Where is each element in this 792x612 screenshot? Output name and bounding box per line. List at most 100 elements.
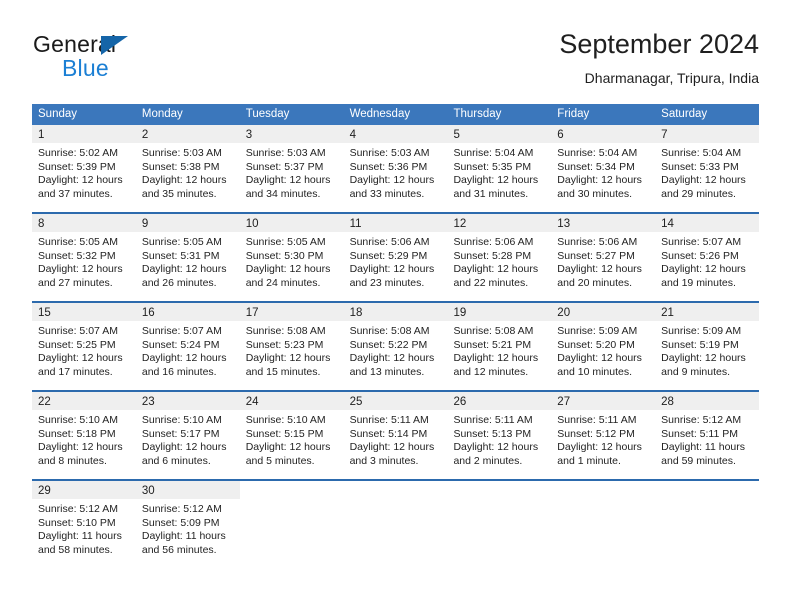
daylight-text-line2: and 33 minutes. [349,187,425,200]
daylight-text-line1: Daylight: 12 hours [245,174,331,187]
day-cell[interactable]: 24 Sunrise: 5:10 AM Sunset: 5:15 PM Dayligh… [239,392,344,479]
day-cell[interactable]: 16 Sunrise: 5:07 AM Sunset: 5:24 PM Dayligh… [135,303,240,390]
day-number: 18 [349,307,363,319]
day-cell[interactable]: 26 Sunrise: 5:11 AM Sunset: 5:13 PM Dayligh… [447,392,552,479]
sunrise-text: Sunrise: 5:08 AM [453,325,534,337]
sunset-text: Sunset: 5:38 PM [141,160,220,173]
day-cell[interactable]: 11 Sunrise: 5:06 AM Sunset: 5:29 PM Dayligh… [343,214,448,301]
day-cell[interactable]: 2 Sunrise: 5:03 AM Sunset: 5:38 PM Daylight… [135,125,240,212]
sunset-text: Sunset: 5:26 PM [661,249,739,262]
day-number: 19 [453,307,467,319]
day-cell[interactable]: 5 Sunrise: 5:04 AM Sunset: 5:35 PM Daylight… [447,125,552,212]
sunset-text: Sunset: 5:20 PM [557,338,635,351]
day-number: 23 [141,396,155,408]
day-number: 22 [38,396,51,408]
general-blue-logo[interactable]: General Blue [33,31,213,87]
day-number-band: 16 [135,303,240,321]
sunrise-text: Sunrise: 5:12 AM [141,503,222,515]
day-cell[interactable]: 4 Sunrise: 5:03 AM Sunset: 5:36 PM Daylight… [343,125,448,212]
day-details: Sunrise: 5:06 AM Sunset: 5:28 PM Daylight:… [447,232,551,290]
daylight-text-line1: Daylight: 12 hours [349,263,435,276]
sunrise-text: Sunrise: 5:07 AM [141,325,222,337]
day-cell[interactable]: 1 Sunrise: 5:02 AM Sunset: 5:39 PM Daylight… [32,125,136,212]
day-cell[interactable]: 6 Sunrise: 5:04 AM Sunset: 5:34 PM Daylight… [551,125,656,212]
sunset-text: Sunset: 5:28 PM [453,249,532,262]
sunrise-text: Sunrise: 5:04 AM [661,147,742,159]
day-number: 16 [141,307,155,319]
sunrise-text: Sunrise: 5:03 AM [245,147,326,159]
day-cell[interactable]: 28 Sunrise: 5:12 AM Sunset: 5:11 PM Dayligh… [655,392,760,479]
day-cell[interactable]: 13 Sunrise: 5:06 AM Sunset: 5:27 PM Dayligh… [551,214,656,301]
day-details: Sunrise: 5:04 AM Sunset: 5:35 PM Daylight:… [447,143,551,201]
weekday-header-sunday: Sunday [38,108,78,120]
sunset-text: Sunset: 5:10 PM [38,516,116,529]
day-cell[interactable]: 10 Sunrise: 5:05 AM Sunset: 5:30 PM Dayligh… [239,214,344,301]
weekday-header-thursday: Thursday [453,108,502,120]
day-cell[interactable]: 27 Sunrise: 5:11 AM Sunset: 5:12 PM Dayligh… [551,392,656,479]
sunset-text: Sunset: 5:31 PM [141,249,220,262]
day-cell[interactable]: 23 Sunrise: 5:10 AM Sunset: 5:17 PM Dayligh… [135,392,240,479]
day-number: 15 [38,307,51,319]
day-cell[interactable]: 20 Sunrise: 5:09 AM Sunset: 5:20 PM Dayligh… [551,303,656,390]
sunset-text: Sunset: 5:12 PM [557,427,635,440]
day-details: Sunrise: 5:11 AM Sunset: 5:14 PM Daylight:… [344,410,448,468]
day-details: Sunrise: 5:05 AM Sunset: 5:31 PM Daylight:… [136,232,240,290]
daylight-text-line1: Daylight: 12 hours [38,263,123,276]
week-row: 29 Sunrise: 5:12 AM Sunset: 5:10 PM Dayligh… [32,479,760,568]
day-number-band: 1 [32,125,136,143]
day-number: 10 [245,218,259,230]
day-details: Sunrise: 5:05 AM Sunset: 5:30 PM Daylight:… [240,232,344,290]
day-details: Sunrise: 5:02 AM Sunset: 5:39 PM Daylight:… [32,143,136,201]
day-cell-empty [239,481,344,568]
day-number: 20 [557,307,571,319]
day-number-band: 15 [32,303,136,321]
day-number: 11 [349,218,362,230]
day-cell[interactable]: 22 Sunrise: 5:10 AM Sunset: 5:18 PM Dayligh… [32,392,136,479]
day-cell[interactable]: 14 Sunrise: 5:07 AM Sunset: 5:26 PM Dayligh… [655,214,760,301]
weekday-header-saturday: Saturday [661,108,708,120]
day-cell[interactable]: 8 Sunrise: 5:05 AM Sunset: 5:32 PM Daylight… [32,214,136,301]
daylight-text-line2: and 29 minutes. [661,187,736,200]
day-number-band: 24 [239,392,344,410]
day-cell[interactable]: 25 Sunrise: 5:11 AM Sunset: 5:14 PM Dayligh… [343,392,448,479]
day-cell[interactable]: 12 Sunrise: 5:06 AM Sunset: 5:28 PM Dayligh… [447,214,552,301]
daylight-text-line1: Daylight: 11 hours [38,530,122,543]
daylight-text-line2: and 12 minutes. [453,365,529,378]
day-cell[interactable]: 7 Sunrise: 5:04 AM Sunset: 5:33 PM Daylight… [655,125,760,212]
day-number-band: 14 [655,214,760,232]
day-number-band: 23 [135,392,240,410]
daylight-text-line2: and 9 minutes. [661,365,731,378]
day-cell[interactable]: 17 Sunrise: 5:08 AM Sunset: 5:23 PM Dayligh… [239,303,344,390]
day-cell[interactable]: 30 Sunrise: 5:12 AM Sunset: 5:09 PM Dayligh… [135,481,240,568]
day-details [551,499,655,503]
day-cell[interactable]: 18 Sunrise: 5:08 AM Sunset: 5:22 PM Dayligh… [343,303,448,390]
sunset-text: Sunset: 5:27 PM [557,249,635,262]
sunrise-text: Sunrise: 5:12 AM [38,503,118,515]
day-number-band: 4 [343,125,448,143]
sunset-text: Sunset: 5:34 PM [557,160,635,173]
day-cell[interactable]: 9 Sunrise: 5:05 AM Sunset: 5:31 PM Daylight… [135,214,240,301]
weekday-header-friday: Friday [557,108,590,120]
day-cell[interactable]: 29 Sunrise: 5:12 AM Sunset: 5:10 PM Dayligh… [32,481,136,568]
week-row: 1 Sunrise: 5:02 AM Sunset: 5:39 PM Daylight… [32,125,760,212]
daylight-text-line1: Daylight: 12 hours [557,263,642,276]
sunrise-text: Sunrise: 5:06 AM [453,236,534,248]
daylight-text-line1: Daylight: 11 hours [141,530,226,543]
sunrise-text: Sunrise: 5:11 AM [557,414,637,426]
day-cell[interactable]: 21 Sunrise: 5:09 AM Sunset: 5:19 PM Dayligh… [655,303,760,390]
sunset-text: Sunset: 5:18 PM [38,427,116,440]
daylight-text-line2: and 16 minutes. [141,365,217,378]
day-details [240,499,344,503]
day-number-band: 26 [447,392,552,410]
day-cell[interactable]: 3 Sunrise: 5:03 AM Sunset: 5:37 PM Daylight… [239,125,344,212]
daylight-text-line1: Daylight: 12 hours [557,441,642,454]
day-cell[interactable]: 19 Sunrise: 5:08 AM Sunset: 5:21 PM Dayligh… [447,303,552,390]
sunset-text: Sunset: 5:09 PM [141,516,220,529]
day-number: 4 [349,129,356,141]
daylight-text-line2: and 35 minutes. [141,187,217,200]
sunrise-text: Sunrise: 5:12 AM [661,414,742,426]
day-cell[interactable]: 15 Sunrise: 5:07 AM Sunset: 5:25 PM Dayligh… [32,303,136,390]
sunset-text: Sunset: 5:39 PM [38,160,116,173]
daylight-text-line2: and 56 minutes. [141,543,217,556]
sunset-text: Sunset: 5:24 PM [141,338,220,351]
